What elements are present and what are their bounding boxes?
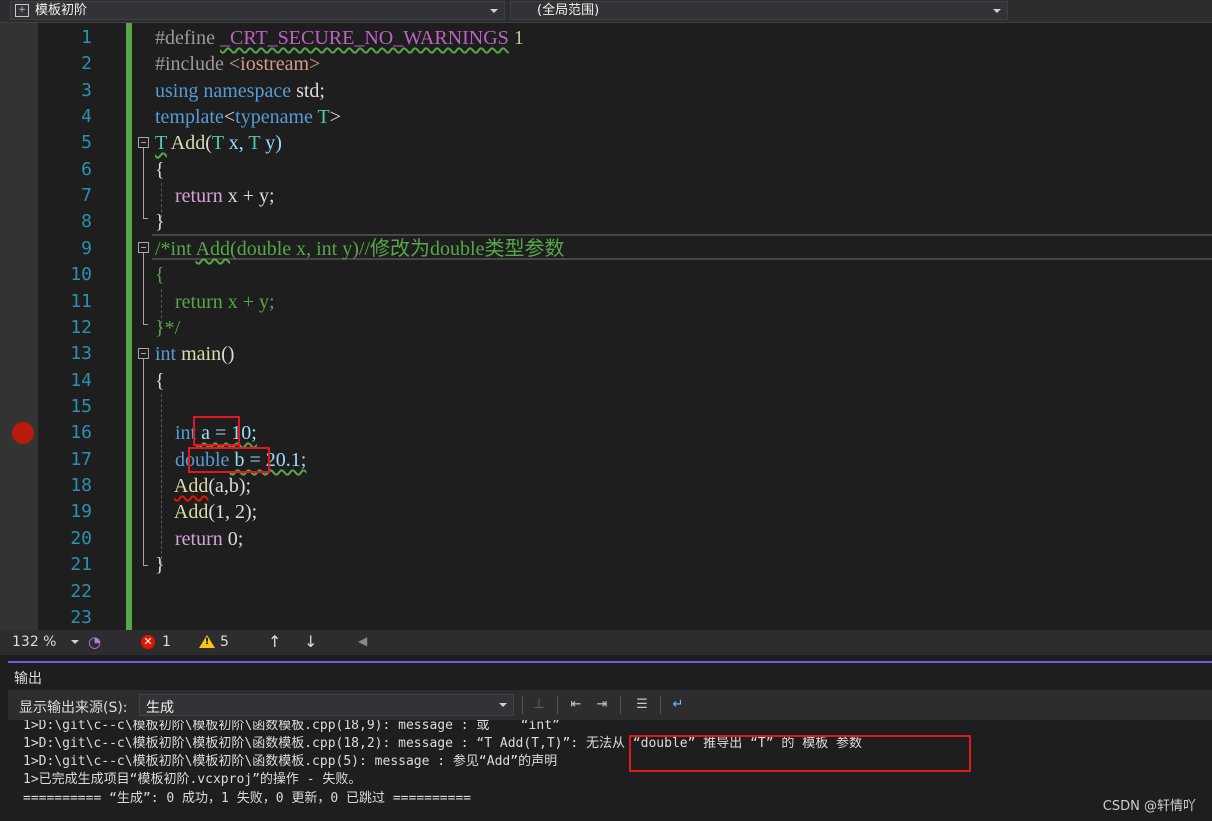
code-line: Add(a,b); (173, 475, 252, 497)
project-icon: + (15, 4, 29, 17)
code-line: } (155, 211, 165, 233)
chevron-down-icon (993, 9, 1001, 13)
scope-dropdown[interactable]: (全局范围) (510, 1, 1008, 20)
output-line: ========== “生成”: 0 成功，1 失败，0 更新，0 已跳过 ==… (23, 791, 472, 806)
line-number: 22 (70, 581, 92, 602)
line-number: 3 (81, 80, 92, 101)
outline-end (143, 565, 148, 566)
toolbar-separator (522, 696, 523, 714)
collapse-icon[interactable] (138, 348, 149, 359)
outline-line (143, 148, 144, 218)
warning-icon[interactable]: ! (199, 635, 215, 648)
output-text[interactable]: 1>D:\git\c--c\模板初阶\模板初阶\函数模板.cpp(18,9): … (8, 720, 1212, 821)
line-number: 14 (70, 370, 92, 391)
breakpoint-icon[interactable] (12, 422, 34, 444)
scope-dropdown-value: (全局范围) (537, 3, 600, 18)
previous-issue-button[interactable]: ↑ (268, 632, 281, 651)
output-source-value: 生成 (146, 700, 174, 716)
line-number: 1 (81, 27, 92, 48)
collapse-icon[interactable] (138, 137, 149, 148)
line-number: 12 (70, 317, 92, 338)
highlight-box-int (193, 416, 240, 446)
line-number: 4 (81, 106, 92, 127)
code-line: { (155, 159, 165, 181)
project-dropdown[interactable]: + 模板初阶 (10, 1, 505, 20)
project-dropdown-value: 模板初阶 (35, 3, 88, 18)
line-number: 2 (81, 53, 92, 74)
line-number: 20 (70, 528, 92, 549)
output-toolbar: 显示输出来源(S): 生成 ⊥ ⇤ ⇥ ☰ ↵ (8, 690, 1212, 720)
previous-message-icon[interactable]: ⇤ (566, 695, 586, 715)
editor-status-bar: 132 % ◔ ✕ 1 ! 5 ↑ ↓ ◀ (0, 630, 1212, 655)
line-number: 15 (70, 396, 92, 417)
chevron-down-icon[interactable] (71, 640, 79, 644)
word-wrap-icon[interactable]: ↵ (668, 695, 688, 715)
line-number: 7 (81, 185, 92, 206)
output-line: 1>D:\git\c--c\模板初阶\模板初阶\函数模板.cpp(18,9): … (23, 720, 560, 733)
toolbar-separator (557, 696, 558, 714)
scroll-left-icon[interactable]: ◀ (358, 634, 367, 648)
output-line: 1>已完成生成项目“模板初阶.vcxproj”的操作 - 失败。 (23, 772, 362, 787)
watermark: CSDN @轩情吖 (1102, 799, 1196, 814)
collapse-icon[interactable] (138, 242, 149, 253)
intellicode-icon[interactable]: ◔ (88, 633, 101, 651)
code-line: using namespace std; (155, 80, 325, 102)
output-line: 1>D:\git\c--c\模板初阶\模板初阶\函数模板.cpp(5): mes… (23, 754, 558, 769)
code-line: }*/ (155, 317, 181, 339)
toolbar-separator (660, 696, 661, 714)
toolbar-separator (620, 696, 621, 714)
error-icon[interactable]: ✕ (141, 635, 155, 649)
output-panel: 输出 显示输出来源(S): 生成 ⊥ ⇤ ⇥ ☰ ↵ 1>D:\git\c--c… (8, 663, 1212, 821)
code-line: return x + y; (175, 291, 275, 313)
outline-line (143, 359, 144, 565)
code-line: return 0; (175, 528, 244, 550)
zoom-level[interactable]: 132 % (12, 634, 56, 650)
code-line: #include <iostream> (155, 53, 321, 75)
code-line: return x + y; (175, 185, 275, 207)
highlight-box-error-message (629, 735, 971, 772)
line-number: 18 (70, 475, 92, 496)
outline-end (143, 218, 148, 219)
line-number: 16 (70, 422, 92, 443)
code-line: { (155, 370, 165, 392)
next-message-icon[interactable]: ⇥ (592, 695, 612, 715)
line-number: 13 (70, 343, 92, 364)
code-line: Add(1, 2); (173, 501, 258, 523)
chevron-down-icon (499, 703, 507, 707)
code-line: T Add(T x, T y) (155, 132, 282, 154)
code-editor[interactable]: 1 2 3 4 5 6 7 8 9 10 11 12 13 14 15 16 1… (0, 23, 1212, 630)
find-message-icon[interactable]: ⊥ (529, 695, 549, 715)
clear-all-icon[interactable]: ☰ (632, 695, 652, 715)
output-source-label: 显示输出来源(S): (19, 700, 128, 716)
code-line: } (155, 554, 165, 576)
outline-line (143, 253, 144, 324)
glyph-margin[interactable] (0, 23, 38, 630)
code-line: template<typename T> (155, 106, 342, 128)
line-number: 21 (70, 554, 92, 575)
highlight-box-double (188, 447, 270, 473)
code-line: #define _CRT_SECURE_NO_WARNINGS 1 (155, 27, 524, 49)
code-line: int main() (155, 343, 235, 365)
line-number: 19 (70, 501, 92, 522)
navigation-bar: + 模板初阶 (全局范围) (0, 0, 1212, 23)
next-issue-button[interactable]: ↓ (304, 632, 317, 651)
line-number: 5 (81, 132, 92, 153)
line-number: 23 (70, 607, 92, 628)
line-number: 17 (70, 449, 92, 470)
line-number: 6 (81, 159, 92, 180)
warning-count[interactable]: 5 (220, 634, 229, 650)
code-line: /*int Add(double x, int y)//修改为double类型参… (155, 238, 565, 260)
line-number: 11 (70, 291, 92, 312)
error-count[interactable]: 1 (162, 634, 171, 650)
line-number: 10 (70, 264, 92, 285)
chevron-down-icon (490, 9, 498, 13)
change-tracking-bar (126, 23, 132, 630)
panel-title[interactable]: 输出 (14, 668, 42, 688)
outline-end (143, 324, 148, 325)
line-number: 9 (81, 238, 92, 259)
line-number: 8 (81, 211, 92, 232)
code-line: { (155, 264, 165, 286)
output-source-dropdown[interactable]: 生成 (139, 694, 514, 716)
